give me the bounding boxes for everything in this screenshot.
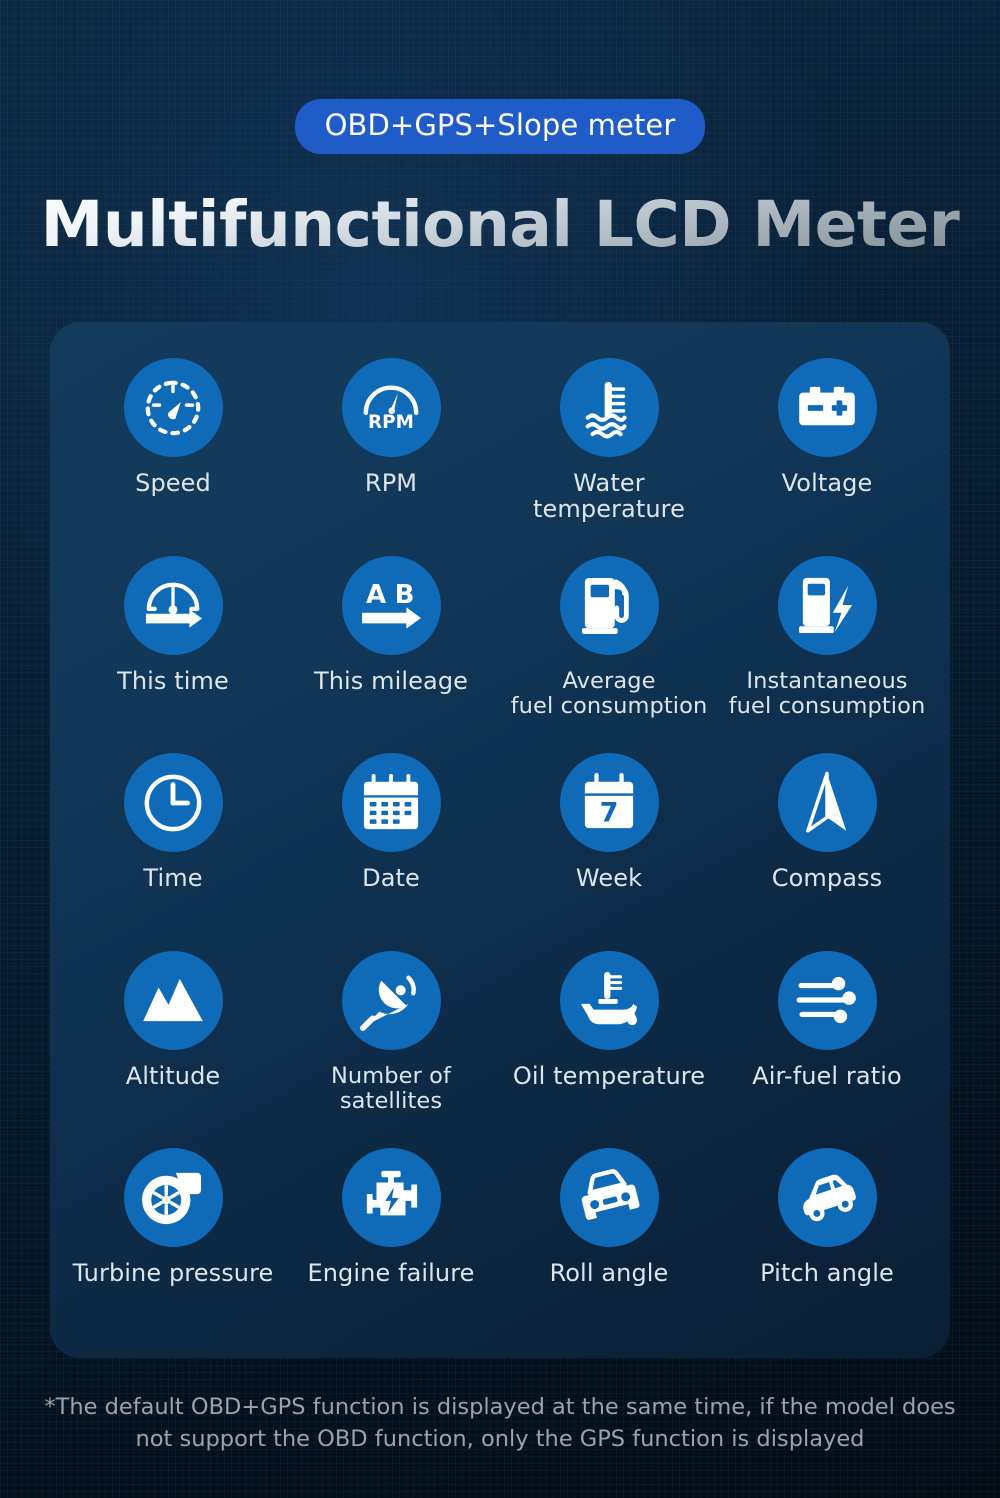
satellite-dish-icon xyxy=(341,950,441,1050)
feature-item: A B This mileage xyxy=(282,542,500,740)
feature-grid: Speed RPM RPM Water temperature Voltage … xyxy=(50,322,950,1358)
battery-icon xyxy=(777,358,877,457)
svg-text:A: A xyxy=(366,580,386,610)
feature-item: Pitch angle xyxy=(718,1134,936,1332)
feature-item: Turbine pressure xyxy=(64,1134,282,1332)
feature-item: Water temperature xyxy=(500,344,718,542)
feature-label: Roll angle xyxy=(549,1259,669,1288)
product-feature-page: OBD+GPS+Slope meter Multifunctional LCD … xyxy=(0,0,1000,1498)
feature-item: Average fuel consumption xyxy=(500,542,718,740)
fuel-pump-bolt-icon xyxy=(777,555,877,655)
feature-item: Number of satellites xyxy=(282,937,500,1135)
feature-label: Number of satellites xyxy=(330,1062,452,1115)
feature-label: Oil temperature xyxy=(512,1061,706,1090)
feature-label: Engine failure xyxy=(307,1259,475,1288)
product-badge: OBD+GPS+Slope meter xyxy=(294,99,706,154)
page-title: Multifunctional LCD Meter xyxy=(0,190,1000,260)
trip-mileage-ab-icon: A B xyxy=(341,555,441,655)
trip-time-icon xyxy=(123,555,223,655)
feature-label: Date xyxy=(362,864,420,893)
feature-item: This time xyxy=(64,542,282,740)
feature-item: Roll angle xyxy=(500,1134,718,1332)
feature-label: Speed xyxy=(135,469,211,497)
svg-text:B: B xyxy=(395,580,415,610)
feature-item: Engine failure xyxy=(282,1134,500,1332)
feature-label: RPM xyxy=(364,469,418,497)
feature-label: Compass xyxy=(771,864,883,893)
fuel-pump-icon xyxy=(559,555,659,655)
feature-item: Air-fuel ratio xyxy=(718,937,936,1135)
feature-label: Altitude xyxy=(125,1061,221,1090)
feature-label: Water temperature xyxy=(533,469,685,523)
feature-item: Date xyxy=(282,739,500,937)
mountains-icon xyxy=(123,950,223,1050)
feature-item: Time xyxy=(64,739,282,937)
car-side-incline-icon xyxy=(777,1148,877,1248)
check-engine-icon xyxy=(341,1148,441,1248)
feature-label: This time xyxy=(117,666,229,695)
oil-temperature-icon xyxy=(559,950,659,1050)
speedometer-icon xyxy=(123,358,223,457)
feature-label: Turbine pressure xyxy=(72,1259,274,1288)
svg-text:RPM: RPM xyxy=(368,411,414,432)
clock-icon xyxy=(123,753,223,853)
turbocharger-icon xyxy=(123,1148,223,1248)
feature-item: Altitude xyxy=(64,937,282,1135)
footnote-text: *The default OBD+GPS function is display… xyxy=(44,1394,956,1452)
feature-item: 7 Week xyxy=(500,739,718,937)
feature-item: Voltage xyxy=(718,344,936,542)
water-temperature-icon xyxy=(559,358,659,457)
compass-needle-icon xyxy=(777,753,877,853)
feature-label: Average fuel consumption xyxy=(510,667,708,720)
feature-label: Week xyxy=(575,864,643,893)
car-front-tilt-icon xyxy=(559,1148,659,1248)
feature-label: This mileage xyxy=(313,666,469,695)
feature-label: Instantaneous fuel consumption xyxy=(728,667,926,720)
air-flow-icon xyxy=(777,950,877,1050)
feature-item: RPM RPM xyxy=(282,344,500,542)
feature-item: Instantaneous fuel consumption xyxy=(718,542,936,740)
feature-item: Speed xyxy=(64,344,282,542)
feature-label: Voltage xyxy=(781,469,873,497)
features-panel: Speed RPM RPM Water temperature Voltage … xyxy=(50,322,950,1358)
feature-item: Compass xyxy=(718,739,936,937)
svg-text:7: 7 xyxy=(600,797,619,828)
calendar-icon xyxy=(341,753,441,853)
rpm-gauge-icon: RPM xyxy=(341,358,441,457)
calendar-week-7-icon: 7 xyxy=(559,753,659,853)
feature-item: Oil temperature xyxy=(500,937,718,1135)
feature-label: Air-fuel ratio xyxy=(752,1061,902,1090)
badge-container: OBD+GPS+Slope meter xyxy=(0,99,1000,154)
feature-label: Pitch angle xyxy=(760,1259,894,1288)
feature-label: Time xyxy=(143,864,203,893)
